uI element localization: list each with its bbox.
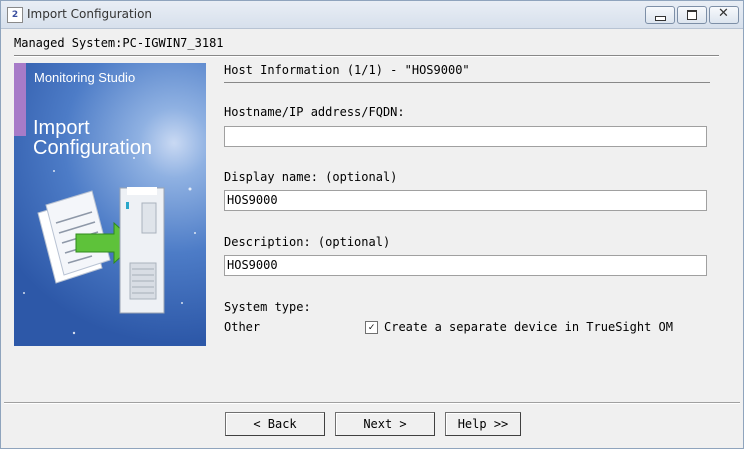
separate-device-label[interactable]: Create a separate device in TrueSight OM bbox=[384, 320, 673, 334]
header-divider bbox=[14, 55, 719, 57]
app-icon: 2 bbox=[7, 7, 23, 23]
display-name-input[interactable]: HOS9000 bbox=[224, 190, 707, 211]
hostname-input[interactable] bbox=[224, 126, 707, 147]
close-button[interactable]: ✕ bbox=[709, 6, 739, 24]
server-icon bbox=[119, 187, 165, 314]
next-button[interactable]: Next > bbox=[335, 412, 435, 436]
window-title: Import Configuration bbox=[27, 7, 153, 21]
maximize-icon bbox=[687, 10, 697, 20]
system-type-label: System type: bbox=[224, 300, 311, 314]
managed-system-label: Managed System:PC-IGWIN7_3181 bbox=[14, 36, 224, 50]
description-input[interactable]: HOS9000 bbox=[224, 255, 707, 276]
host-information-title: Host Information (1/1) - "HOS9000" bbox=[224, 63, 470, 77]
wizard-banner-image: Monitoring Studio Import Configuration bbox=[14, 63, 206, 346]
host-information-divider bbox=[224, 82, 710, 83]
system-type-value: Other bbox=[224, 320, 261, 334]
maximize-button[interactable] bbox=[677, 6, 707, 24]
minimize-icon bbox=[655, 16, 666, 21]
description-label: Description: (optional) bbox=[224, 235, 391, 249]
banner-illustration bbox=[23, 157, 196, 335]
close-icon: ✕ bbox=[718, 6, 729, 21]
separate-device-checkbox[interactable]: ✓ bbox=[365, 321, 378, 334]
help-button[interactable]: Help >> bbox=[445, 412, 521, 436]
back-button[interactable]: < Back bbox=[225, 412, 325, 436]
import-configuration-window: 2 Import Configuration ✕ Managed System:… bbox=[0, 0, 744, 449]
minimize-button[interactable] bbox=[645, 6, 675, 24]
footer-divider bbox=[4, 402, 740, 404]
display-name-label: Display name: (optional) bbox=[224, 170, 398, 184]
title-bar[interactable]: 2 Import Configuration ✕ bbox=[1, 1, 743, 29]
hostname-label: Hostname/IP address/FQDN: bbox=[224, 105, 405, 119]
